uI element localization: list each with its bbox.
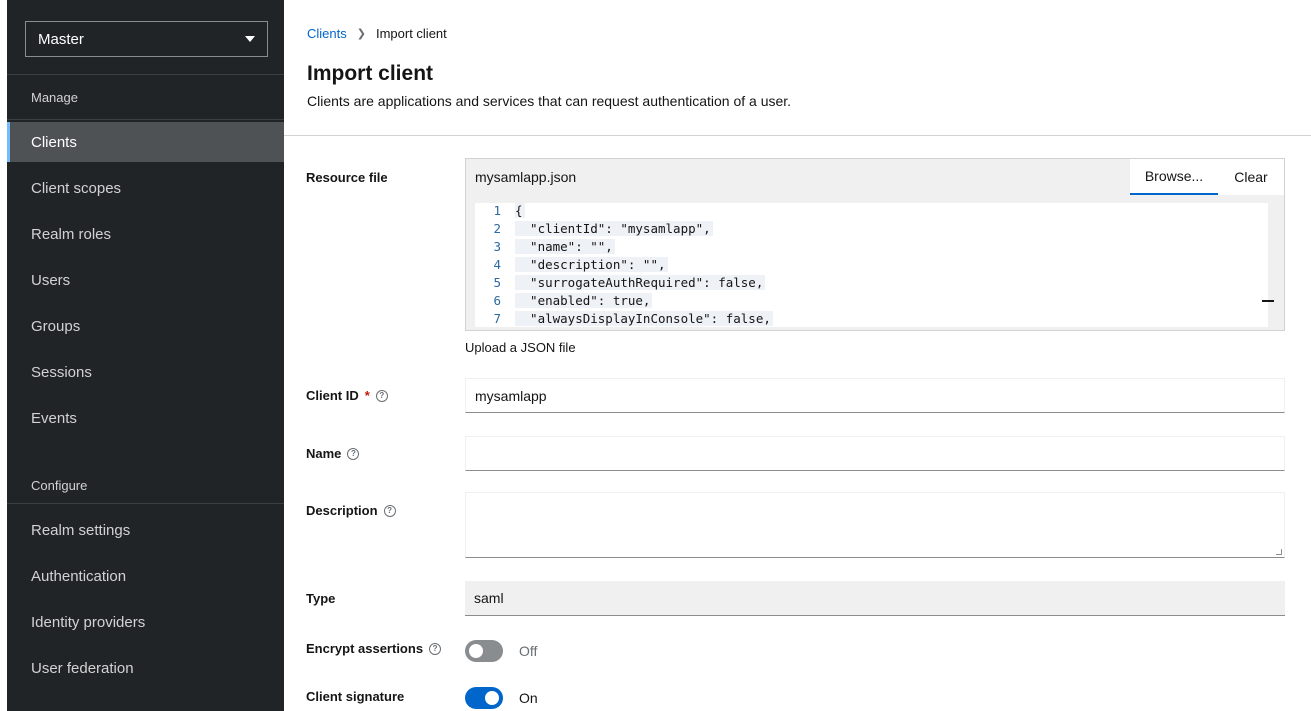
client-id-label: Client ID * ? (306, 388, 388, 403)
encrypt-assertions-state: Off (519, 643, 538, 659)
manage-section-title: Manage (31, 90, 78, 105)
description-label: Description ? (306, 503, 396, 518)
sidebar-divider (7, 74, 284, 75)
sidebar-item-authentication[interactable]: Authentication (7, 556, 284, 596)
scrollbar-indicator[interactable] (1262, 300, 1274, 302)
sidebar-item-user-federation[interactable]: User federation (7, 648, 284, 688)
realm-selector[interactable]: Master (25, 21, 268, 57)
sidebar: Master Manage Clients Client scopes Real… (7, 0, 284, 711)
toggle-knob (469, 644, 483, 658)
realm-selector-label: Master (38, 30, 84, 48)
encrypt-assertions-toggle[interactable] (465, 640, 503, 662)
type-label: Type (306, 591, 335, 606)
client-id-input[interactable]: mysamlapp (465, 378, 1285, 413)
configure-section-title: Configure (31, 478, 88, 493)
sidebar-item-sessions[interactable]: Sessions (7, 352, 284, 392)
page-title: Import client (307, 62, 434, 85)
sidebar-item-events[interactable]: Events (7, 398, 284, 438)
main-content: Clients ❯ Import client Import client Cl… (284, 0, 1311, 711)
client-signature-label-text: Client signature (306, 689, 405, 704)
header-divider (284, 135, 1311, 136)
name-input[interactable] (465, 436, 1285, 471)
name-label-text: Name (306, 446, 342, 461)
resize-handle-icon[interactable] (1276, 549, 1282, 555)
code-line: 2 "clientId": "mysamlapp", (493, 221, 713, 236)
caret-down-icon (245, 36, 255, 42)
json-code-editor[interactable]: 1{ 2 "clientId": "mysamlapp", 3 "name": … (475, 203, 1268, 327)
encrypt-assertions-label-text: Encrypt assertions (306, 641, 424, 656)
client-signature-label: Client signature (306, 689, 404, 704)
resource-file-label-text: Resource file (306, 170, 388, 185)
sidebar-item-clients[interactable]: Clients (7, 122, 284, 162)
help-icon[interactable]: ? (429, 642, 442, 655)
sidebar-item-realm-roles[interactable]: Realm roles (7, 214, 284, 254)
upload-helper-text: Upload a JSON file (465, 340, 576, 355)
help-icon[interactable]: ? (375, 389, 388, 402)
sidebar-item-client-scopes[interactable]: Client scopes (7, 168, 284, 208)
toggle-knob (485, 691, 499, 705)
client-signature-state: On (519, 690, 538, 706)
client-signature-toggle[interactable] (465, 687, 503, 709)
help-icon[interactable]: ? (383, 504, 396, 517)
resource-file-label: Resource file (306, 170, 388, 185)
sidebar-item-identity-providers[interactable]: Identity providers (7, 602, 284, 642)
encrypt-assertions-label: Encrypt assertions ? (306, 641, 442, 656)
description-label-text: Description (306, 503, 378, 518)
client-id-label-text: Client ID (306, 388, 359, 403)
breadcrumb-current: Import client (375, 26, 447, 41)
browse-button[interactable]: Browse... (1130, 159, 1218, 195)
sidebar-item-groups[interactable]: Groups (7, 306, 284, 346)
page-description: Clients are applications and services th… (307, 93, 792, 109)
code-editor-frame: 1{ 2 "clientId": "mysamlapp", 3 "name": … (466, 195, 1284, 330)
file-name-field: mysamlapp.json (475, 169, 577, 185)
name-label: Name ? (306, 446, 360, 461)
description-textarea[interactable] (465, 492, 1285, 558)
sidebar-divider (7, 503, 284, 504)
help-icon[interactable]: ? (347, 447, 360, 460)
code-line: 7 "alwaysDisplayInConsole": false, (493, 311, 773, 326)
code-line: 6 "enabled": true, (493, 293, 653, 308)
type-label-text: Type (306, 591, 336, 606)
required-marker: * (364, 388, 370, 403)
code-line: 3 "name": "", (493, 239, 615, 254)
code-line: 1{ (493, 203, 525, 218)
breadcrumb: Clients ❯ Import client (307, 26, 447, 41)
sidebar-item-users[interactable]: Users (7, 260, 284, 300)
resource-file-upload: mysamlapp.json Browse... Clear 1{ 2 "cli… (465, 158, 1285, 331)
app: Master Manage Clients Client scopes Real… (0, 0, 1311, 711)
sidebar-divider (7, 119, 284, 120)
code-line: 5 "surrogateAuthRequired": false, (493, 275, 766, 290)
sidebar-item-realm-settings[interactable]: Realm settings (7, 510, 284, 550)
file-name-row: mysamlapp.json Browse... Clear (466, 159, 1284, 195)
type-readonly-field: saml (465, 581, 1285, 616)
code-line: 4 "description": "", (493, 257, 668, 272)
breadcrumb-link-clients[interactable]: Clients (307, 26, 347, 41)
clear-button[interactable]: Clear (1218, 159, 1284, 195)
chevron-right-icon: ❯ (356, 28, 366, 40)
